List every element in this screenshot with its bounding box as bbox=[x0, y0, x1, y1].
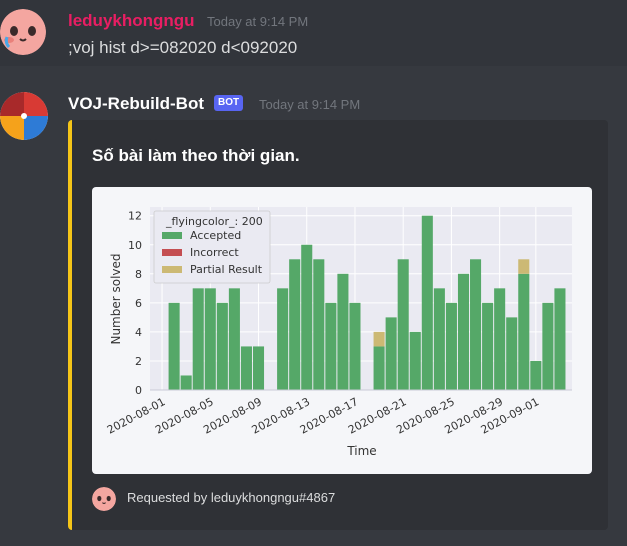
bar-accepted bbox=[289, 259, 301, 390]
bot-embed: Số bài làm theo thời gian. 0 2 4 6 8 10 12 202… bbox=[68, 120, 608, 530]
voj-logo-avatar-icon bbox=[0, 92, 48, 140]
y-tick-label: 10 bbox=[128, 239, 142, 252]
bot-message-timestamp: Today at 9:14 PM bbox=[259, 97, 361, 112]
y-tick-label: 8 bbox=[135, 268, 142, 281]
legend-swatch-partial bbox=[162, 266, 182, 273]
pink-blob-face-avatar-icon bbox=[92, 487, 116, 511]
bar-accepted bbox=[337, 273, 349, 390]
bar-accepted bbox=[325, 302, 337, 390]
bar-accepted bbox=[252, 346, 265, 390]
x-tick-labels: 2020-08-012020-08-052020-08-092020-08-13… bbox=[105, 395, 541, 436]
embed-footer-text: Requested by leduykhongngu#4867 bbox=[127, 490, 336, 505]
pink-blob-face-avatar-icon bbox=[0, 9, 46, 55]
bar-accepted bbox=[409, 331, 421, 390]
legend-label-partial: Partial Result bbox=[190, 263, 263, 276]
bot-author-name[interactable]: VOJ-Rebuild-Bot bbox=[68, 94, 204, 114]
bar-accepted bbox=[349, 302, 361, 390]
message-timestamp: Today at 9:14 PM bbox=[207, 14, 309, 29]
message-author-name[interactable]: leduykhongngu bbox=[68, 11, 195, 31]
bar-accepted bbox=[542, 302, 554, 390]
y-tick-labels: 0 2 4 6 8 10 12 bbox=[128, 210, 142, 397]
embed-title: Số bài làm theo thời gian. bbox=[92, 146, 300, 165]
bar-accepted bbox=[216, 302, 228, 390]
bar-accepted bbox=[421, 215, 433, 390]
legend-title: _flyingcolor_: 200 bbox=[165, 215, 263, 228]
bot-tag-badge: BOT bbox=[214, 95, 244, 111]
y-tick-label: 6 bbox=[135, 297, 142, 310]
bar-accepted bbox=[482, 302, 494, 390]
bar-accepted bbox=[373, 346, 385, 390]
bar-accepted bbox=[470, 259, 482, 390]
y-tick-label: 4 bbox=[135, 326, 142, 339]
user-avatar[interactable] bbox=[0, 9, 46, 55]
bar-accepted bbox=[277, 288, 289, 390]
bar-accepted bbox=[457, 273, 470, 390]
bar-accepted bbox=[180, 375, 192, 390]
bar-accepted bbox=[192, 288, 204, 390]
x-axis-label: Time bbox=[346, 444, 376, 458]
chart-legend: _flyingcolor_: 200 Accepted Incorrect Pa… bbox=[153, 210, 271, 284]
bar-accepted bbox=[313, 259, 325, 390]
bar-accepted bbox=[204, 288, 216, 390]
histogram-chart: 0 2 4 6 8 10 12 2020-08-012020-08-052020-08-09… bbox=[105, 207, 572, 458]
bar-accepted bbox=[397, 259, 409, 390]
y-tick-label: 0 bbox=[135, 384, 142, 397]
bar-partial-result bbox=[373, 331, 385, 347]
bar-accepted bbox=[518, 273, 530, 390]
bot-avatar[interactable] bbox=[0, 92, 48, 140]
y-tick-label: 2 bbox=[135, 355, 142, 368]
bar-accepted bbox=[506, 317, 518, 390]
bar-accepted bbox=[445, 302, 457, 390]
legend-label-incorrect: Incorrect bbox=[190, 246, 239, 259]
bar-accepted bbox=[530, 360, 542, 390]
bar-accepted bbox=[228, 288, 240, 390]
y-tick-label: 12 bbox=[128, 210, 142, 223]
y-axis-label: Number solved bbox=[109, 253, 123, 344]
bar-accepted bbox=[168, 302, 180, 390]
legend-swatch-incorrect bbox=[162, 249, 182, 256]
bar-accepted bbox=[240, 346, 252, 390]
bar-accepted bbox=[433, 288, 445, 390]
legend-swatch-accepted bbox=[162, 232, 182, 239]
bar-accepted bbox=[554, 288, 566, 390]
bar-accepted bbox=[494, 288, 506, 390]
footer-avatar bbox=[92, 487, 116, 511]
embed-chart-image[interactable]: 0 2 4 6 8 10 12 2020-08-01 2020-08-05 2020-08-09… bbox=[92, 187, 592, 474]
bar-accepted bbox=[301, 244, 313, 390]
message-content: ;voj hist d>=082020 d<092020 bbox=[68, 38, 298, 57]
bar-accepted bbox=[385, 317, 397, 390]
bar-partial-result bbox=[518, 259, 530, 274]
legend-label-accepted: Accepted bbox=[190, 229, 241, 242]
